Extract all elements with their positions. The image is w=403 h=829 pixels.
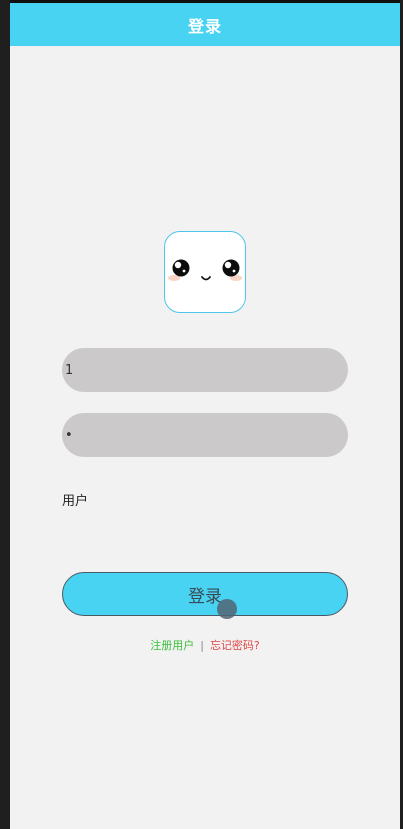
page-title: 登录 bbox=[187, 16, 222, 36]
register-link[interactable]: 注册用户 bbox=[150, 639, 194, 652]
login-button[interactable]: 登录 bbox=[62, 572, 348, 616]
username-input[interactable] bbox=[62, 348, 348, 392]
auth-links: 注册用户 | 忘记密码? bbox=[10, 637, 400, 653]
password-input[interactable] bbox=[62, 413, 348, 457]
device-frame: 登录 用户 登录 注册用户 bbox=[0, 0, 403, 829]
avatar bbox=[164, 231, 246, 313]
header-bar: 登录 bbox=[10, 3, 400, 46]
forgot-password-link[interactable]: 忘记密码? bbox=[210, 639, 260, 652]
cute-face-icon bbox=[168, 259, 242, 281]
app-screen: 登录 用户 登录 注册用户 bbox=[10, 0, 400, 829]
role-label[interactable]: 用户 bbox=[62, 490, 88, 509]
touch-cursor bbox=[217, 599, 237, 619]
link-separator: | bbox=[200, 639, 204, 652]
